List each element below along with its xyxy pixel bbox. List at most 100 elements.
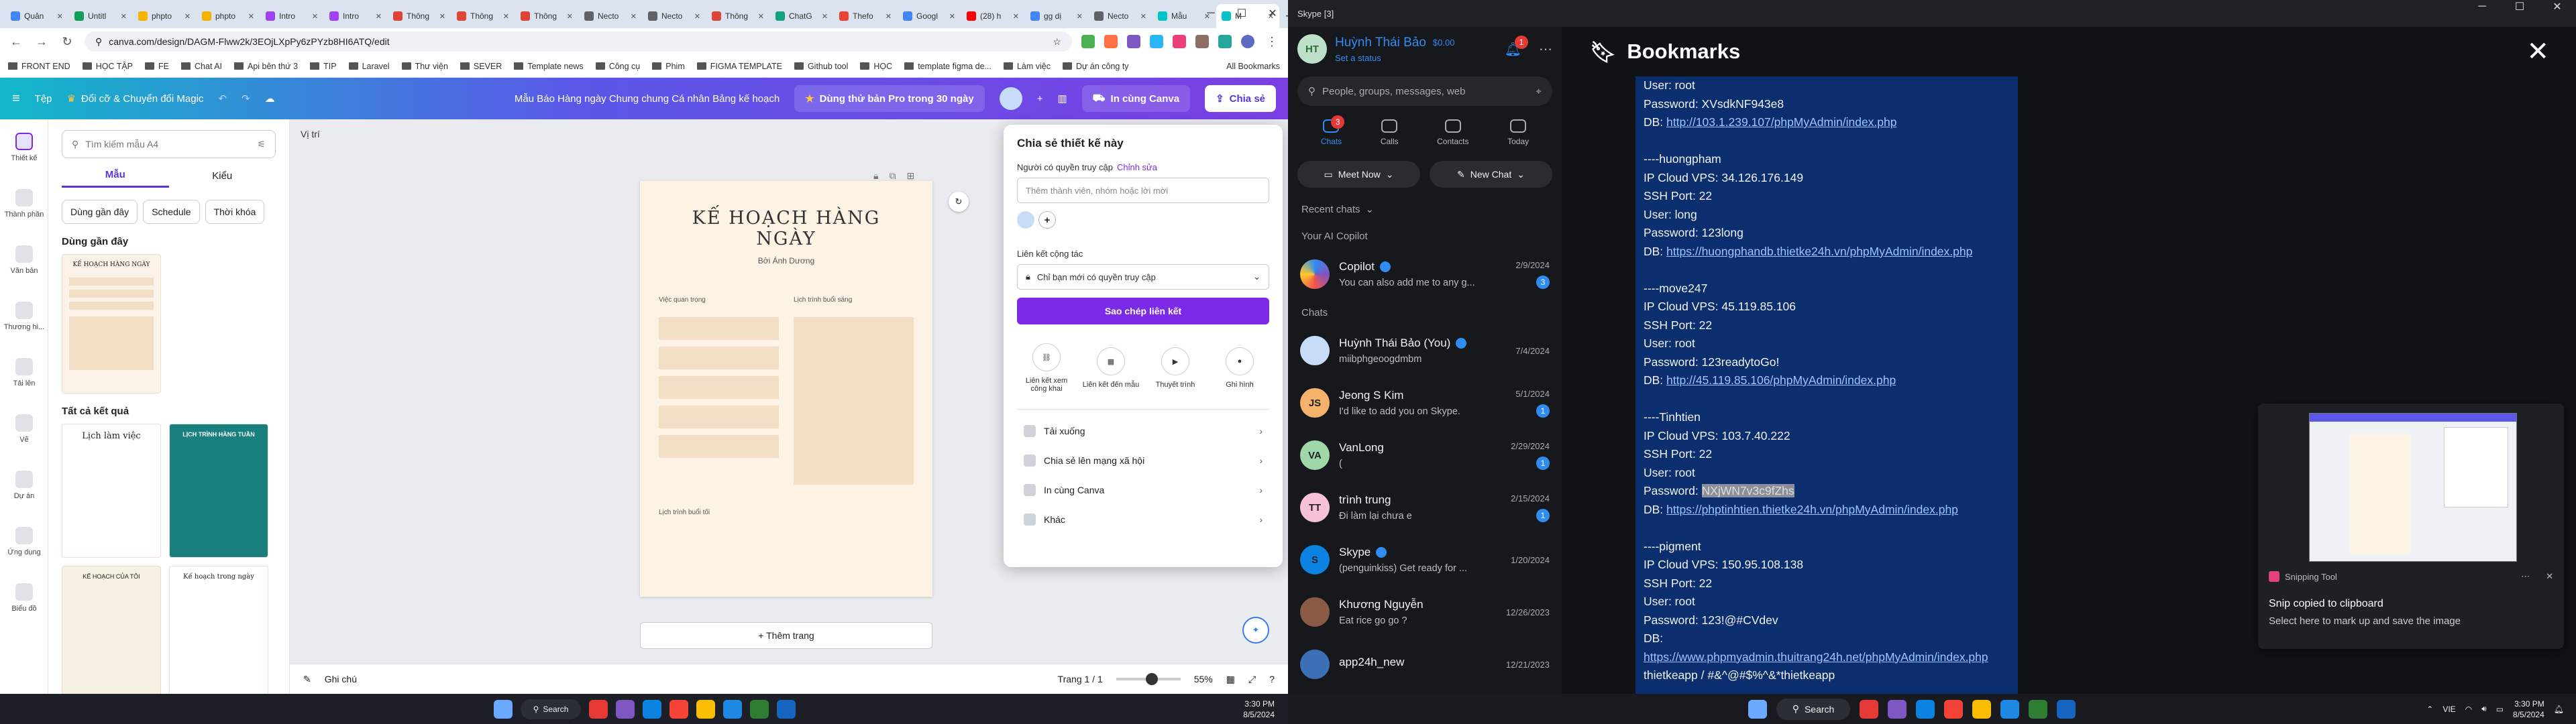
lock-icon[interactable]: 🔒︎ [873,170,878,182]
bookmark-item[interactable]: template figma de... [904,62,991,71]
profile-avatar[interactable] [1241,35,1254,48]
add-person-icon[interactable]: + [1037,93,1043,105]
share-option[interactable]: ▦ Liên kết đến mẫu [1081,347,1140,389]
browser-tab[interactable]: Thefo ✕ [834,4,897,28]
close-tab-icon[interactable]: ✕ [694,12,700,21]
profile-name[interactable]: Huỳnh Thái Bảo [1335,36,1426,50]
bookmark-item[interactable]: Chat AI [181,62,222,71]
notes-button[interactable]: Ghi chú [325,674,357,684]
close-tab-icon[interactable]: ✕ [631,12,637,21]
filter-icon[interactable]: ⚟ [257,139,266,150]
sidebar-item[interactable]: Vẽ [0,401,48,457]
snipping-toast[interactable]: Snipping Tool ⋯ ✕ Snip copied to clipboa… [2258,404,2564,649]
meet-now-button[interactable]: ▭ Meet Now ⌄ [1297,161,1420,188]
browser-tab[interactable]: Necto ✕ [643,4,706,28]
share-option[interactable]: ▶ Thuyết trình [1146,347,1205,389]
page-author[interactable]: Bởi Ánh Dương [659,256,914,265]
browser-tab[interactable]: Thông ✕ [451,4,515,28]
file-menu[interactable]: Tệp [35,93,52,105]
redo-icon[interactable]: ↷ [241,93,250,105]
clock[interactable]: 3:30 PM 8/5/2024 [1243,699,1275,720]
omnibox[interactable]: ⚲ canva.com/design/DAGM-Flww2k/3EOjLXpPy… [85,32,1072,52]
nav-today[interactable]: Today [1507,119,1529,146]
language-indicator[interactable]: VIE [2443,705,2455,714]
copilot-chat[interactable]: Copilot You can also add me to any g... … [1288,248,1562,300]
chat-item[interactable]: Khương Nguyễn Eat rice go go ? 12/26/2023 [1288,586,1562,638]
new-chat-button[interactable]: ✎ New Chat ⌄ [1430,161,1552,188]
clock[interactable]: 3:30 PM 8/5/2024 [2513,699,2544,720]
zoom-level[interactable]: 55% [1194,674,1213,684]
page-title[interactable]: KẾ HOẠCH HÀNG NGÀY [659,208,914,249]
db-link[interactable]: http://103.1.239.107/phpMyAdmin/index.ph… [1666,115,1896,129]
chrome-icon[interactable] [1972,699,1991,719]
browser-tab[interactable]: phpto ✕ [133,4,196,28]
bookmark-item[interactable]: HỌC [860,62,892,71]
all-bookmarks[interactable]: All Bookmarks [1226,62,1280,71]
close-icon[interactable]: ✕ [2538,0,2576,13]
template-thumb[interactable]: KẾ HOẠCH CỦA TÔI [62,566,161,694]
help-icon[interactable]: ? [1269,674,1275,684]
bookmark-item[interactable]: FRONT END [8,62,70,71]
share-option[interactable]: ● Ghi hình [1210,347,1269,389]
browser-tab[interactable]: phpto ✕ [197,4,260,28]
sidebar-item[interactable]: Thiết kế [0,119,48,176]
volume-icon[interactable]: 🔊︎ [2481,704,2487,714]
chrome-icon[interactable] [696,699,715,719]
close-tab-icon[interactable]: ✕ [949,12,955,21]
reload-icon[interactable]: ↻ [59,35,75,49]
access-select[interactable]: 🔒︎ Chỉ bạn mới có quyền truy cập ⌄ [1017,264,1269,290]
app-icon[interactable] [1860,699,1878,719]
template-thumb[interactable]: Kế hoạch trong ngày [169,566,268,694]
windows-start-icon[interactable] [1748,699,1767,719]
close-tab-icon[interactable]: ✕ [184,12,191,21]
zoom-knob[interactable] [1145,673,1158,685]
tab-styles[interactable]: Kiểu [169,170,276,187]
extension-icon[interactable] [1195,35,1209,48]
magic-assistant-icon[interactable]: ✦ [1242,617,1269,644]
refresh-icon[interactable]: ↻ [949,192,969,212]
pro-trial-button[interactable]: ★ Dùng thử bản Pro trong 30 ngày [794,85,985,112]
db-link[interactable]: https://www.phpmyadmin.thuitrang24h.net/… [1644,650,1988,664]
browser-tab[interactable]: Thông ✕ [388,4,451,28]
bookmark-item[interactable]: Làm việc [1003,62,1051,71]
bookmark-item[interactable]: Thư viện [401,62,448,71]
taskbar-search[interactable]: ⚲ Search [1776,698,1850,720]
browser-tab[interactable]: Necto ✕ [579,4,642,28]
word-icon[interactable] [777,699,796,719]
browser-tab[interactable]: Quản ✕ [5,4,68,28]
browser-tab[interactable]: Intro ✕ [324,4,387,28]
forward-icon[interactable]: → [34,35,50,49]
sidebar-item[interactable]: Biểu đồ [0,570,48,626]
browser-tab[interactable]: Thông ✕ [515,4,578,28]
maximize-icon[interactable]: ☐ [2501,0,2538,13]
minimize-icon[interactable]: ─ [2463,1,2501,13]
db-link[interactable]: https://huongphandb.thietke24h.vn/phpMyA… [1666,245,1972,258]
template-search[interactable]: ⚲ Tìm kiếm mẫu A4 ⚟ [62,130,276,158]
sidebar-item[interactable]: Thành phần [0,176,48,232]
edit-access-link[interactable]: Chỉnh sửa [1117,162,1157,172]
db-link[interactable]: https://phptinhtien.thietke24h.vn/phpMyA… [1666,503,1958,516]
bookmark-item[interactable]: Phim [652,62,685,71]
bookmark-item[interactable]: SEVER [460,62,502,71]
more-icon[interactable]: ⋯ [1539,41,1552,58]
bookmark-item[interactable]: HỌC TẬP [82,62,133,71]
extension-icon[interactable] [1104,35,1118,48]
filter-chip[interactable]: Schedule [143,200,200,224]
bookmark-item[interactable]: Api bên thứ 3 [234,62,298,71]
add-page-button[interactable]: + Thêm trang [640,622,932,649]
resize-button[interactable]: ♛ Đổi cỡ & Chuyển đổi Magic [67,93,204,105]
more-icon[interactable]: ⋯ [2521,571,2530,582]
close-tab-icon[interactable]: ✕ [1077,12,1083,21]
set-status-link[interactable]: Set a status [1335,53,1454,63]
windows-start-icon[interactable] [494,699,513,719]
extension-icon[interactable] [1218,35,1232,48]
share-menu-row[interactable]: Khác › [1017,505,1269,534]
skype-icon[interactable] [1916,699,1935,719]
app-icon[interactable] [1888,699,1907,719]
browser-tab[interactable]: Thông ✕ [706,4,769,28]
add-page-icon[interactable]: ⊞ [906,170,914,182]
close-tab-icon[interactable]: ✕ [248,12,254,21]
close-tab-icon[interactable]: ✕ [1140,12,1146,21]
browser-tab[interactable]: Untitl ✕ [69,4,132,28]
close-tab-icon[interactable]: ✕ [885,12,892,21]
